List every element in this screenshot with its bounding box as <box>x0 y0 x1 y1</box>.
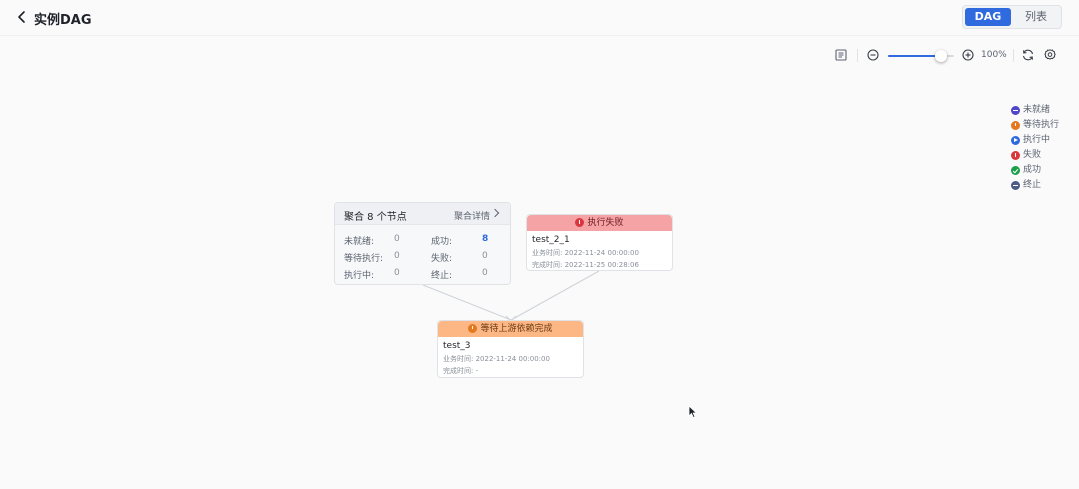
legend-item-success: 成功 <box>1011 163 1077 178</box>
task-node-finish-time: 完成时间: - <box>443 367 479 375</box>
stat-label: 失败: <box>431 254 453 264</box>
legend-item-failed: 失败 <box>1011 148 1077 163</box>
page-header: 实例DAG DAG 列表 <box>0 0 1079 36</box>
legend-label: 执行中 <box>1023 135 1051 145</box>
chevron-right-icon[interactable] <box>490 208 500 218</box>
dag-toolbar: 100% <box>0 47 1079 65</box>
zoom-out-icon[interactable] <box>866 48 880 62</box>
status-legend: 未就绪 等待执行 执行中 失败 成功 终止 <box>1011 103 1077 193</box>
stat-value: 0 <box>394 268 400 278</box>
stat-value: 0 <box>482 268 488 278</box>
clock-icon <box>1011 121 1020 130</box>
tab-dag[interactable]: DAG <box>965 8 1011 26</box>
exclamation-icon <box>1011 151 1020 160</box>
stat-label: 成功: <box>431 237 453 247</box>
toolbar-divider <box>1013 49 1014 62</box>
minimap-icon[interactable] <box>834 48 848 62</box>
task-node-finish-time: 完成时间: 2022-11-25 00:28:06 <box>532 261 639 269</box>
task-node-status: 等待上游依赖完成 <box>468 321 553 337</box>
legend-label: 成功 <box>1023 165 1042 175</box>
toolbar-divider <box>857 49 858 62</box>
task-node-test-2-1[interactable]: 执行失败 test_2_1 业务时间: 2022-11-24 00:00:00 … <box>526 214 673 271</box>
stat-label: 执行中: <box>344 271 375 281</box>
task-node-status: 执行失败 <box>575 215 624 231</box>
task-node-name: test_3 <box>443 341 471 351</box>
legend-item-waiting: 等待执行 <box>1011 118 1077 133</box>
back-arrow-icon[interactable] <box>14 9 30 25</box>
stat-value: 0 <box>394 251 400 261</box>
page-title: 实例DAG <box>34 13 92 28</box>
legend-item-terminated: 终止 <box>1011 178 1077 193</box>
aggregate-node[interactable]: 聚合 8 个节点 聚合详情 未就绪: 0 成功: 8 等待执行: 0 失败: 0… <box>334 202 511 285</box>
zoom-slider-fill <box>888 55 941 57</box>
stat-label: 终止: <box>431 271 453 281</box>
stat-value[interactable]: 8 <box>482 234 488 244</box>
legend-item-running: 执行中 <box>1011 133 1077 148</box>
tab-list[interactable]: 列表 <box>1013 8 1059 26</box>
aggregate-detail-link[interactable]: 聚合详情 <box>454 209 490 222</box>
task-node-status-bar: 执行失败 <box>527 215 672 231</box>
play-icon <box>1011 136 1020 145</box>
dash-icon <box>1011 106 1020 115</box>
stat-label: 等待执行: <box>344 254 384 264</box>
task-node-business-time: 业务时间: 2022-11-24 00:00:00 <box>532 249 639 257</box>
legend-item-not-ready: 未就绪 <box>1011 103 1077 118</box>
stat-label: 未就绪: <box>344 237 375 247</box>
zoom-in-icon[interactable] <box>961 48 975 62</box>
clock-icon <box>468 324 478 333</box>
legend-label: 终止 <box>1023 180 1042 190</box>
task-node-name: test_2_1 <box>532 235 570 245</box>
edge-test-2-1-to-test-3 <box>510 270 600 321</box>
aggregate-node-title: 聚合 8 个节点 <box>344 212 407 223</box>
task-node-status-bar: 等待上游依赖完成 <box>438 321 583 337</box>
task-node-test-3[interactable]: 等待上游依赖完成 test_3 业务时间: 2022-11-24 00:00:0… <box>437 320 584 378</box>
zoom-slider-thumb[interactable] <box>934 50 947 62</box>
task-node-status-label: 执行失败 <box>587 218 624 228</box>
task-node-status-label: 等待上游依赖完成 <box>480 324 553 334</box>
legend-label: 等待执行 <box>1023 120 1060 130</box>
edge-aggregate-to-test-3 <box>422 284 512 321</box>
settings-gear-icon[interactable] <box>1043 48 1057 62</box>
aggregate-node-header: 聚合 8 个节点 聚合详情 <box>335 203 510 225</box>
check-icon <box>1011 166 1020 175</box>
task-node-business-time: 业务时间: 2022-11-24 00:00:00 <box>443 355 550 363</box>
zoom-level: 100% <box>981 50 1007 60</box>
zoom-slider[interactable] <box>888 50 954 62</box>
stat-value: 0 <box>394 234 400 244</box>
exclamation-icon <box>575 218 585 227</box>
stop-icon <box>1011 181 1020 190</box>
view-switch: DAG 列表 <box>962 5 1062 29</box>
legend-label: 未就绪 <box>1023 105 1051 115</box>
refresh-icon[interactable] <box>1021 48 1035 62</box>
stat-value: 0 <box>482 251 488 261</box>
mouse-cursor-icon <box>688 405 698 419</box>
legend-label: 失败 <box>1023 150 1042 160</box>
